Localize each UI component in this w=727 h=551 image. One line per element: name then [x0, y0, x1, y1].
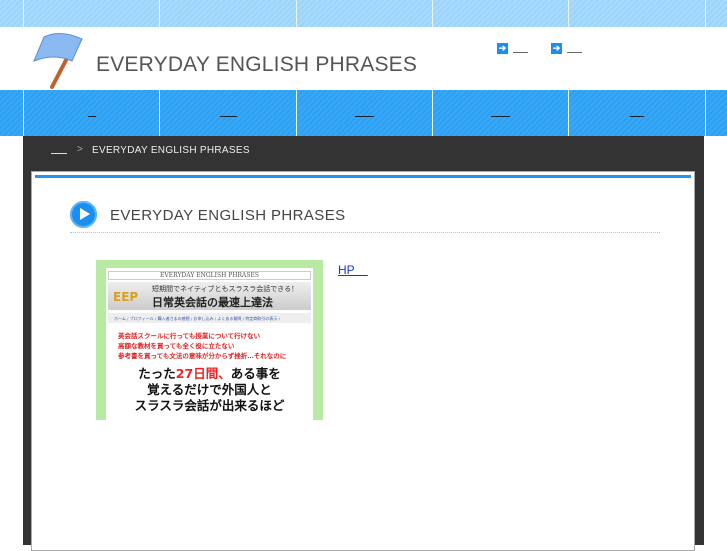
screenshot-title: 日常英会話の最速上達法: [152, 296, 273, 309]
screenshot-caption: EVERYDAY ENGLISH PHRASES: [108, 271, 311, 280]
hp-link[interactable]: HP: [338, 263, 368, 277]
breadcrumb-current: EVERYDAY ENGLISH PHRASES: [92, 145, 250, 156]
site-title: EVERYDAY ENGLISH PHRASES: [96, 53, 418, 76]
screenshot-headline: たった: [138, 366, 176, 381]
flag-logo-icon: [33, 33, 83, 89]
page-heading: EVERYDAY ENGLISH PHRASES: [110, 207, 346, 224]
breadcrumb: > EVERYDAY ENGLISH PHRASES: [23, 136, 704, 166]
content-area: EVERYDAY ENGLISH PHRASES EVERYDAY ENGLIS…: [31, 171, 695, 551]
accent-line: [35, 175, 691, 178]
divider: [70, 232, 660, 233]
content-panel: EVERYDAY ENGLISH PHRASES EVERYDAY ENGLIS…: [23, 165, 704, 551]
screenshot-red-line: 参考書を買っても文法の意味が分からず挫折…それなのに: [118, 352, 287, 360]
screenshot-menu: ホーム / プロフィール / 購入者さまの感想 / お申し込み / よくある質問…: [108, 313, 311, 323]
nav-item-4[interactable]: [433, 90, 568, 136]
site-screenshot-image[interactable]: EVERYDAY ENGLISH PHRASES EEP 短期間でネイティブとも…: [96, 260, 323, 420]
arrow-right-icon: ➔: [551, 43, 562, 54]
breadcrumb-home-link[interactable]: [51, 146, 67, 154]
header-link-2[interactable]: ➔: [551, 43, 582, 54]
screenshot-red-line: 高額な教材を買っても全く役に立たない: [118, 342, 235, 350]
screenshot-logo: EEP: [113, 290, 139, 304]
top-stripe: [0, 0, 727, 27]
screenshot-headline: 覚えるだけで外国人と: [147, 382, 272, 397]
nav-item-2[interactable]: [160, 90, 296, 136]
nav-item-1[interactable]: [24, 90, 159, 136]
nav-item-3[interactable]: [297, 90, 432, 136]
breadcrumb-separator: >: [77, 144, 83, 155]
screenshot-headline: スラスラ会話が出来るほど: [134, 398, 285, 413]
screenshot-tagline: 短期間でネイティブともスラスラ会話できる！: [152, 285, 299, 293]
screenshot-headline-red: 27日間、: [175, 366, 231, 381]
screenshot-headline: ある事を: [230, 366, 281, 381]
site-header: EVERYDAY ENGLISH PHRASES ➔ ➔: [0, 27, 727, 90]
play-circle-icon: [70, 201, 97, 228]
header-link-1[interactable]: ➔: [497, 43, 528, 54]
screenshot-red-line: 英会話スクールに行っても授業について行けない: [118, 332, 261, 340]
nav-item-5[interactable]: [569, 90, 705, 136]
arrow-right-icon: ➔: [497, 43, 508, 54]
